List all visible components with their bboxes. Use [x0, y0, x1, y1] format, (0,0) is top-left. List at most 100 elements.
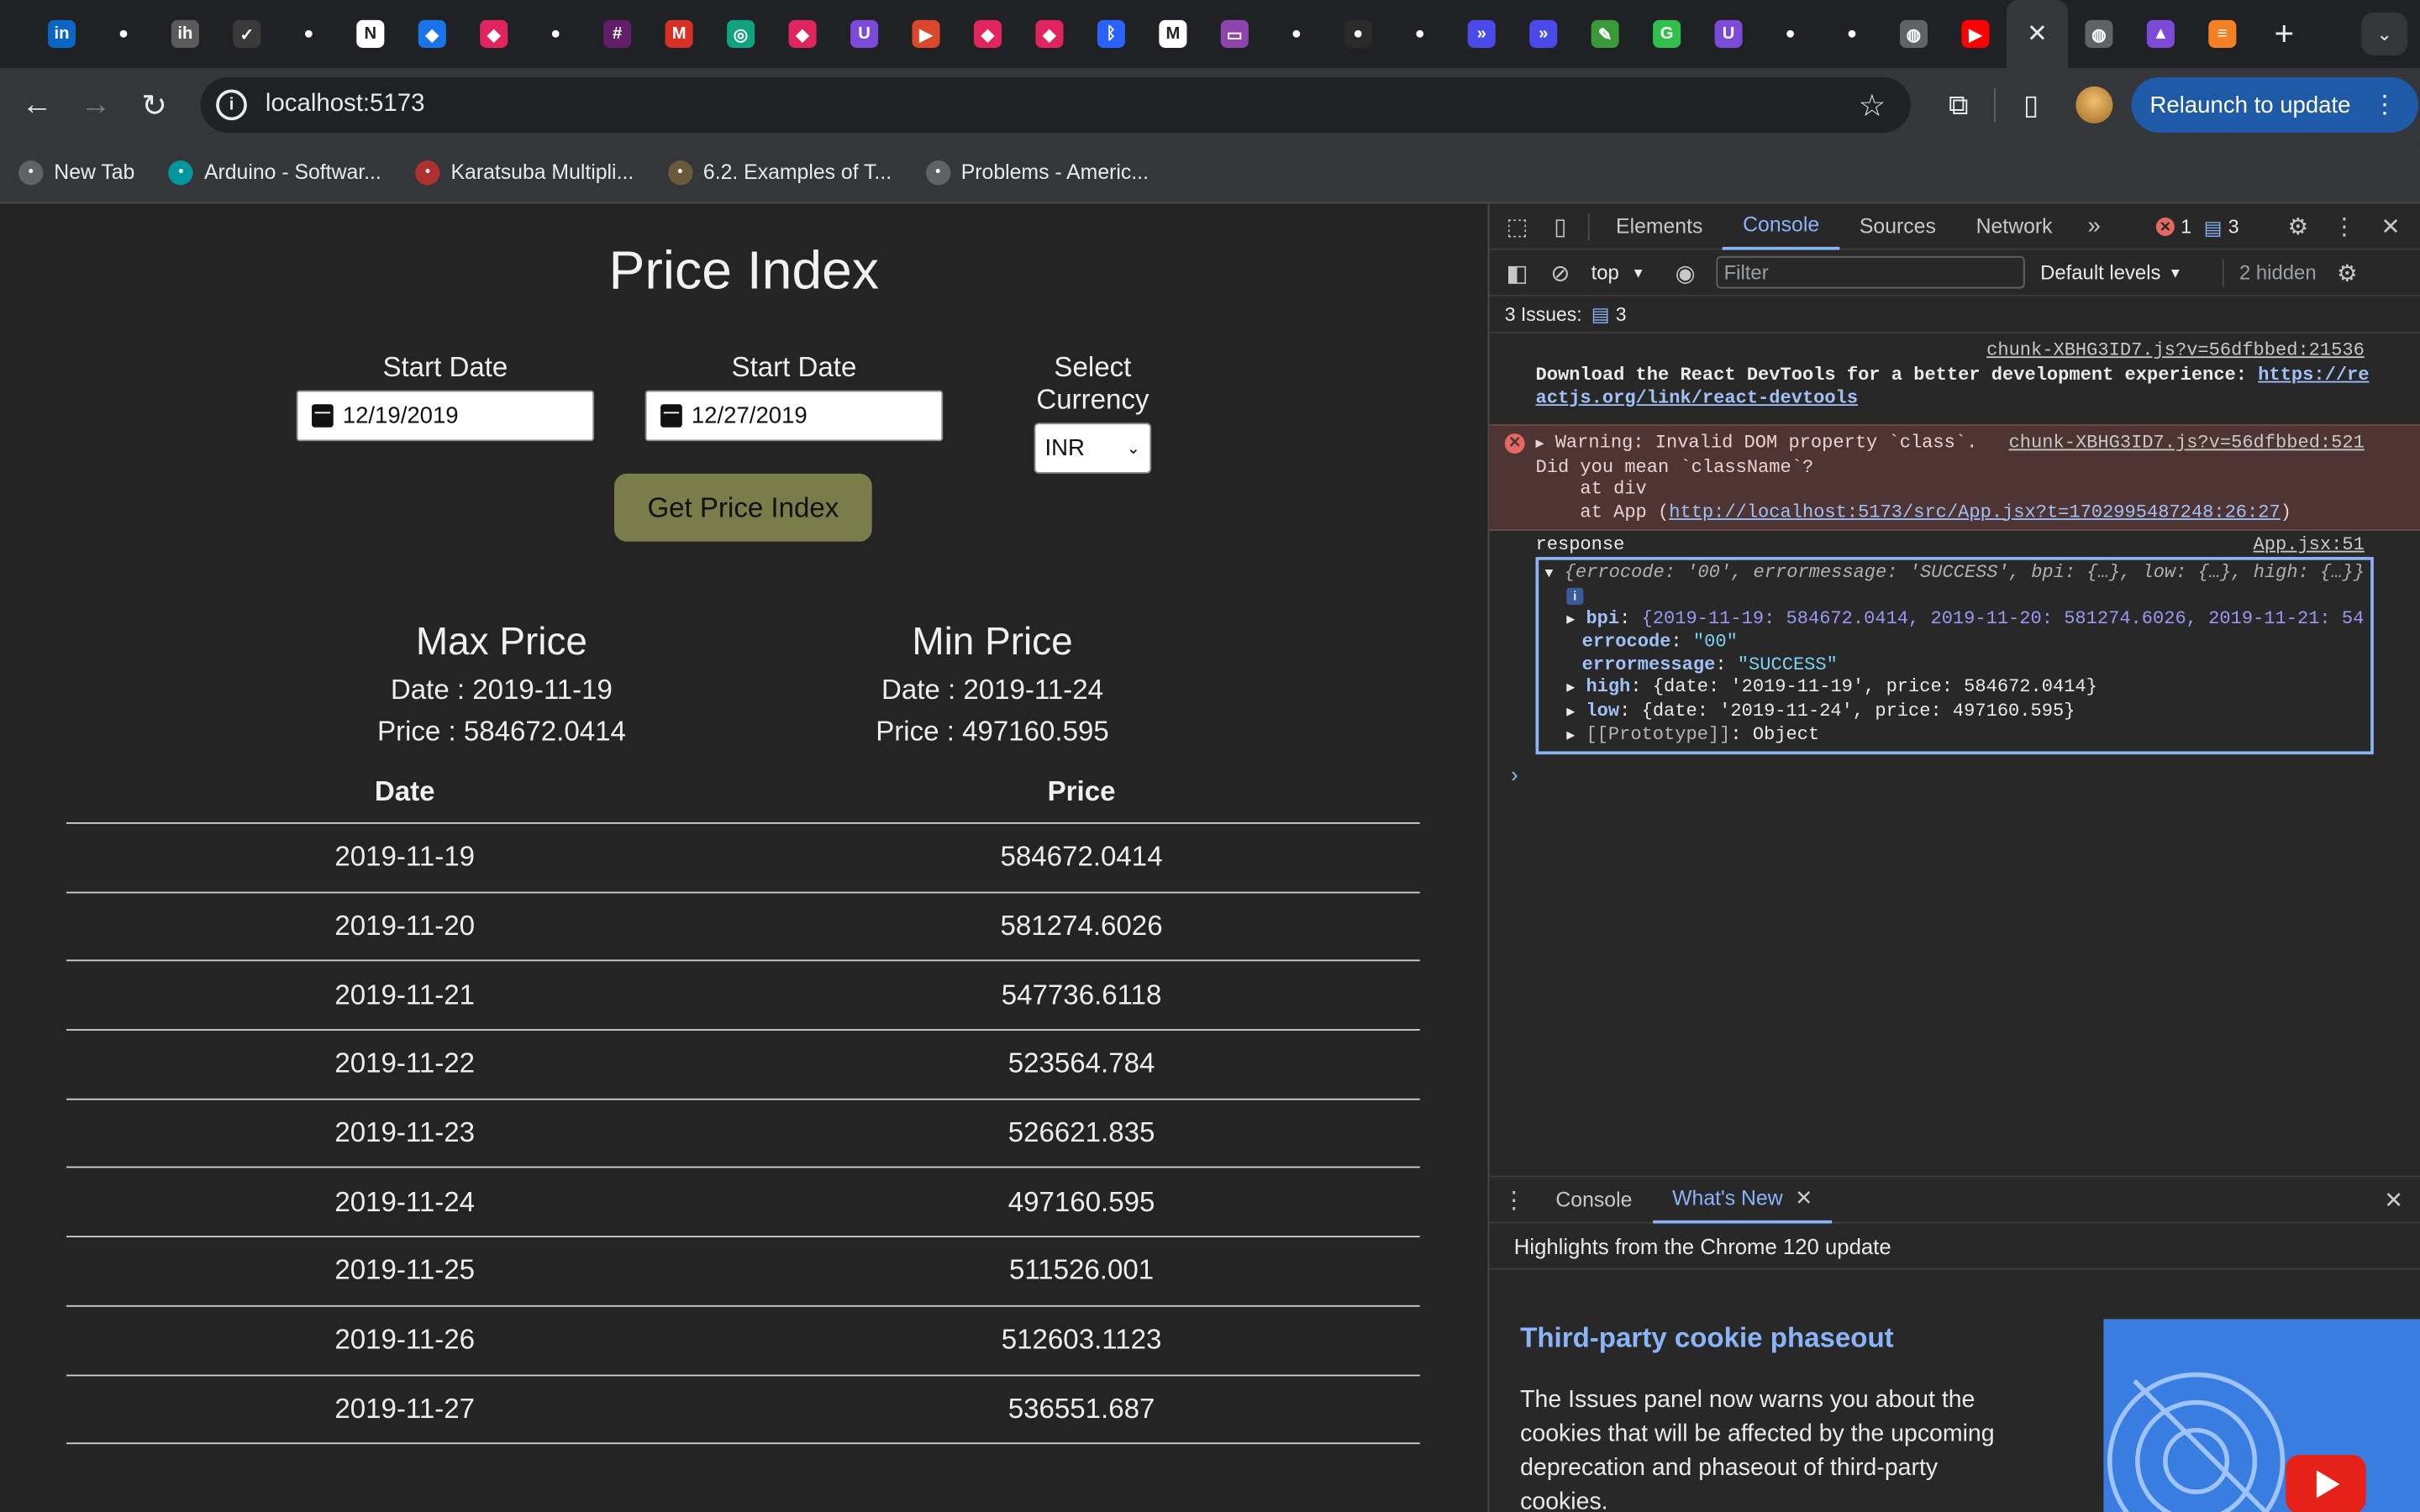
prop-bpi[interactable]: ▶ bpi: {2019-11-19: 584672.0414, 2019-11… [1545, 607, 2365, 631]
relaunch-button[interactable]: Relaunch to update ⋮ [2131, 76, 2419, 133]
bookmark-item[interactable]: • Karatsuba Multipli... [415, 160, 634, 185]
get-price-index-button[interactable]: Get Price Index [614, 473, 872, 542]
tab-network[interactable]: Network [1956, 203, 2073, 249]
browser-tab[interactable]: N [339, 0, 401, 68]
browser-tab[interactable]: ◆ [1018, 0, 1080, 68]
browser-tab[interactable]: ▲ [2130, 0, 2191, 68]
inspect-element-icon[interactable]: ⬚ [1496, 203, 1539, 249]
browser-tab[interactable]: ● [1389, 0, 1450, 68]
browser-tab[interactable]: ▶ [895, 0, 956, 68]
tab-search-button[interactable]: ⌄ [2361, 12, 2408, 56]
collapse-arrow-icon[interactable]: ▼ [1545, 565, 1554, 580]
expand-arrow-icon[interactable]: ▶ [1566, 680, 1575, 696]
context-selector[interactable]: top ▼ [1591, 260, 1645, 284]
tab-sources[interactable]: Sources [1839, 203, 1956, 249]
close-drawer-icon[interactable]: ✕ [2372, 1176, 2415, 1222]
live-expression-eye-icon[interactable]: ◉ [1664, 249, 1707, 296]
browser-tab[interactable]: ✓ [216, 0, 277, 68]
browser-tab[interactable]: ● [278, 0, 339, 68]
expand-arrow-icon[interactable]: ▶ [1536, 437, 1544, 452]
calendar-icon[interactable] [660, 404, 682, 428]
browser-tab[interactable]: # [587, 0, 648, 68]
drawer-tab-whats-new[interactable]: What's New ✕ [1652, 1176, 1833, 1223]
device-toolbar-icon[interactable]: ▯ [1539, 203, 1581, 249]
browser-tab[interactable]: ih [155, 0, 216, 68]
extensions-icon[interactable]: ⧉ [1929, 76, 1988, 134]
tab-console[interactable]: Console [1723, 203, 1840, 249]
end-date-input[interactable]: 12/27/2019 [644, 390, 944, 442]
console-filter-input[interactable]: Filter [1716, 255, 2025, 289]
browser-tab[interactable]: » [1512, 0, 1574, 68]
expand-arrow-icon[interactable]: ▶ [1566, 728, 1575, 743]
browser-tab[interactable]: ◍ [2068, 0, 2129, 68]
issues-bar[interactable]: 3 Issues: ▤ 3 [1489, 297, 2420, 333]
expand-arrow-icon[interactable]: ▶ [1566, 704, 1575, 719]
expand-arrow-icon[interactable]: ▶ [1566, 612, 1575, 627]
browser-tab[interactable]: M [1142, 0, 1203, 68]
site-info-icon[interactable]: i [216, 89, 247, 121]
bookmark-item[interactable]: • New Tab [18, 160, 134, 185]
new-tab-button[interactable]: + [2254, 0, 2315, 68]
error-count-badge[interactable]: ✕ 1 [2155, 216, 2191, 238]
browser-tab[interactable]: G [1636, 0, 1697, 68]
browser-tab[interactable]: ◆ [957, 0, 1018, 68]
browser-tab[interactable]: ◍ [1883, 0, 1944, 68]
bookmark-star-icon[interactable]: ☆ [1859, 86, 1886, 124]
prop-low[interactable]: ▶ low: {date: '2019-11-24', price: 49716… [1545, 700, 2365, 723]
browser-tab[interactable]: ᛒ [1081, 0, 1142, 68]
devtools-menu-icon[interactable]: ⋮ [2323, 203, 2365, 249]
close-devtools-icon[interactable]: ✕ [2369, 203, 2412, 249]
message-count-badge[interactable]: ▤ 3 [2204, 215, 2239, 239]
back-button[interactable]: ← [8, 76, 66, 134]
source-link[interactable]: chunk-XBHG3ID7.js?v=56dfbbed:521 [2009, 432, 2365, 454]
browser-tab[interactable]: ◆ [402, 0, 463, 68]
browser-tab[interactable]: ▶ [1944, 0, 2006, 68]
close-tab-icon[interactable]: ✕ [2027, 18, 2048, 50]
browser-tab[interactable]: ◎ [710, 0, 771, 68]
close-tab-icon[interactable]: ✕ [1795, 1186, 1812, 1210]
url-text[interactable]: localhost:5173 [266, 91, 425, 118]
console-prompt[interactable]: › [1489, 753, 2420, 788]
response-object[interactable]: ▼ {errocode: '00', errormessage: 'SUCCES… [1535, 556, 2374, 754]
browser-tab[interactable]: ◆ [771, 0, 833, 68]
currency-select[interactable]: INR ⌄ [1034, 423, 1152, 474]
profile-avatar[interactable] [2075, 86, 2113, 123]
prop-prototype[interactable]: ▶ [[Prototype]]: Object [1545, 723, 2365, 747]
drawer-tab-console[interactable]: Console [1536, 1176, 1653, 1222]
bookmark-item[interactable]: • 6.2. Examples of T... [667, 160, 892, 185]
start-date-input[interactable]: 12/19/2019 [296, 390, 595, 442]
browser-tab[interactable]: ● [1328, 0, 1389, 68]
tab-elements[interactable]: Elements [1596, 203, 1723, 249]
calendar-icon[interactable] [312, 404, 334, 428]
browser-tab[interactable]: ● [92, 0, 154, 68]
browser-tab[interactable]: ▭ [1204, 0, 1265, 68]
kebab-menu-icon[interactable]: ⋮ [2372, 90, 2396, 121]
browser-tab[interactable]: ✎ [1574, 0, 1635, 68]
sidebar-toggle-icon[interactable]: ◧ [1496, 249, 1539, 296]
browser-tab[interactable]: ● [1265, 0, 1327, 68]
browser-tab[interactable]: U [1697, 0, 1759, 68]
browser-tab[interactable]: U [834, 0, 895, 68]
forward-button[interactable]: → [66, 76, 125, 134]
object-summary[interactable]: ▼ {errocode: '00', errormessage: 'SUCCES… [1545, 561, 2365, 585]
article-title[interactable]: Third-party cookie phaseout [1520, 1322, 1894, 1355]
info-icon[interactable]: i [1545, 585, 2365, 607]
drawer-menu-icon[interactable]: ⋮ [1492, 1176, 1535, 1222]
reload-button[interactable]: ↻ [125, 76, 184, 134]
settings-gear-icon[interactable]: ⚙ [2276, 203, 2319, 249]
browser-tab[interactable]: M [648, 0, 709, 68]
browser-tab[interactable]: ● [1760, 0, 1821, 68]
browser-tab[interactable]: » [1450, 0, 1512, 68]
console-settings-icon[interactable]: ⚙ [2326, 249, 2369, 296]
browser-tab[interactable]: ● [1821, 0, 1882, 68]
prop-high[interactable]: ▶ high: {date: '2019-11-19', price: 5846… [1545, 675, 2365, 699]
stack-link[interactable]: http://localhost:5173/src/App.jsx?t=1702… [1669, 501, 2280, 522]
active-tab[interactable]: ✕ [2006, 0, 2069, 68]
address-bar[interactable]: i localhost:5173 ☆ [200, 76, 1911, 133]
browser-tab[interactable]: ≡ [2191, 0, 2253, 68]
browser-tab[interactable]: in [31, 0, 92, 68]
log-levels-dropdown[interactable]: Default levels ▼ [2040, 260, 2182, 284]
more-tabs-icon[interactable]: » [2072, 203, 2115, 249]
browser-tab[interactable]: ● [524, 0, 586, 68]
bookmark-item[interactable]: • Problems - Americ... [925, 160, 1149, 185]
